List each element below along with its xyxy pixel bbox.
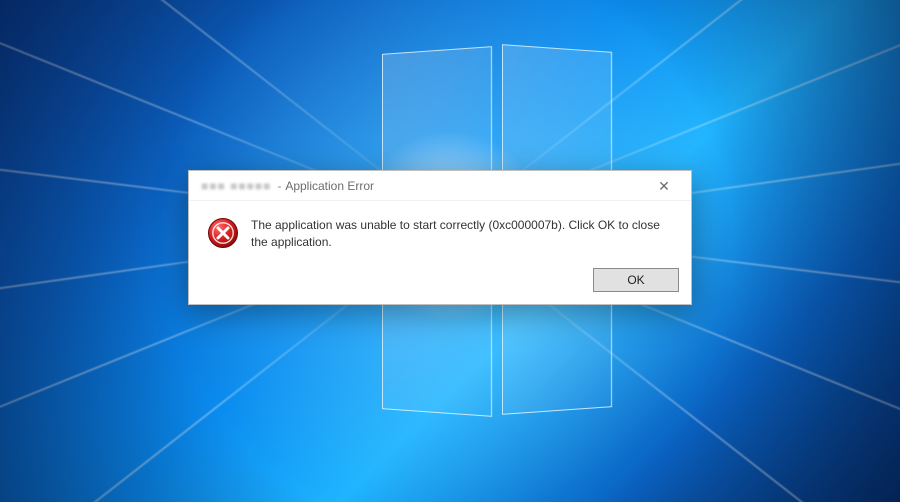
close-button[interactable]: ✕: [647, 175, 681, 197]
dialog-title: Application Error: [285, 179, 374, 193]
close-icon: ✕: [658, 179, 670, 193]
error-icon: [207, 217, 239, 249]
desktop-wallpaper: ■■■ ■■■■■ - Application Error ✕: [0, 0, 900, 502]
dialog-message: The application was unable to start corr…: [251, 215, 661, 252]
dialog-body: The application was unable to start corr…: [189, 201, 691, 262]
dialog-title-separator: -: [277, 179, 281, 193]
dialog-footer: OK: [189, 262, 691, 304]
dialog-app-name-obscured: ■■■ ■■■■■: [201, 179, 271, 193]
dialog-titlebar[interactable]: ■■■ ■■■■■ - Application Error ✕: [189, 171, 691, 201]
ok-button[interactable]: OK: [593, 268, 679, 292]
error-dialog: ■■■ ■■■■■ - Application Error ✕: [188, 170, 692, 305]
